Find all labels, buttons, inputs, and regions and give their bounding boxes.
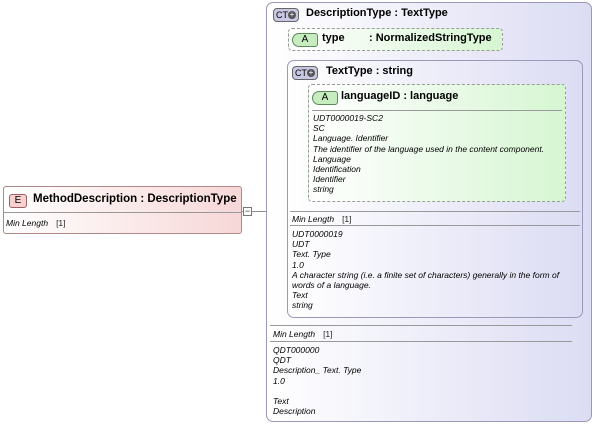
doc-line: UDT0000019 — [292, 229, 343, 239]
divider — [270, 341, 572, 342]
doc-line: QDT — [273, 355, 291, 366]
element-title: MethodDescription : DescriptionType — [33, 193, 237, 205]
expand-plus-icon: + — [307, 68, 315, 77]
doc-line: The identifier of the language used in t… — [313, 143, 545, 154]
attribute-badge: A — [292, 33, 318, 47]
doc-line: string — [292, 300, 313, 311]
doc-line: words of a language. — [292, 280, 371, 291]
complex-type-documentation: QDT000000 QDT Description_ Text. Type 1.… — [273, 345, 361, 416]
doc-line: Language — [313, 153, 351, 164]
facet-value: [1] — [56, 218, 66, 228]
doc-line: Text. Type — [292, 249, 331, 260]
doc-line: A character string (i.e. a finite set of… — [292, 269, 560, 280]
doc-line: Description_ Text. Type — [273, 365, 362, 376]
complex-type-title: TextType : string — [326, 65, 413, 77]
facet-label: Min Length — [6, 218, 49, 228]
divider — [290, 225, 580, 226]
connector-line — [252, 211, 266, 212]
divider — [312, 110, 562, 111]
doc-line: Text — [292, 290, 308, 301]
doc-line: Language. Identifier — [313, 133, 389, 144]
doc-line: 1.0 — [292, 259, 304, 270]
doc-line: Identification — [313, 164, 361, 175]
divider — [4, 212, 241, 213]
doc-line: SC — [313, 123, 325, 134]
doc-line: Identifier — [313, 174, 346, 185]
doc-line: UDT0000019-SC2 — [313, 113, 383, 123]
attribute-title: languageID : language — [341, 90, 459, 102]
attribute-badge: A — [312, 91, 338, 105]
element-badge: E — [9, 194, 27, 208]
doc-line — [273, 386, 361, 396]
divider — [270, 325, 572, 326]
doc-line: QDT000000 — [273, 345, 320, 355]
complex-type-badge: CT + — [292, 66, 318, 80]
complex-type-facet: Min Length [1] — [273, 329, 333, 339]
expand-plus-icon: + — [288, 10, 296, 19]
complex-type-badge: CT + — [273, 8, 299, 22]
facet-label: Min Length — [273, 329, 316, 339]
doc-line: 1.0 — [273, 375, 285, 386]
doc-line: Description — [273, 406, 316, 417]
divider — [290, 211, 580, 212]
attribute-type: : NormalizedStringType — [369, 32, 492, 44]
complex-type-title: DescriptionType : TextType — [306, 7, 448, 19]
complex-type-documentation: UDT0000019 UDT Text. Type 1.0 A characte… — [292, 229, 559, 311]
collapse-toggle-icon[interactable]: − — [243, 207, 252, 216]
facet-value: [1] — [342, 214, 352, 224]
attribute-name: type — [322, 32, 345, 44]
element-facet: Min Length [1] — [6, 218, 66, 228]
doc-line: UDT — [292, 239, 310, 250]
facet-label: Min Length — [292, 214, 335, 224]
doc-line: Text — [273, 396, 289, 406]
complex-type-facet: Min Length [1] — [292, 214, 352, 224]
facet-value: [1] — [323, 329, 333, 339]
doc-line: string — [313, 184, 334, 195]
attribute-documentation: UDT0000019-SC2 SC Language. Identifier T… — [313, 113, 544, 195]
